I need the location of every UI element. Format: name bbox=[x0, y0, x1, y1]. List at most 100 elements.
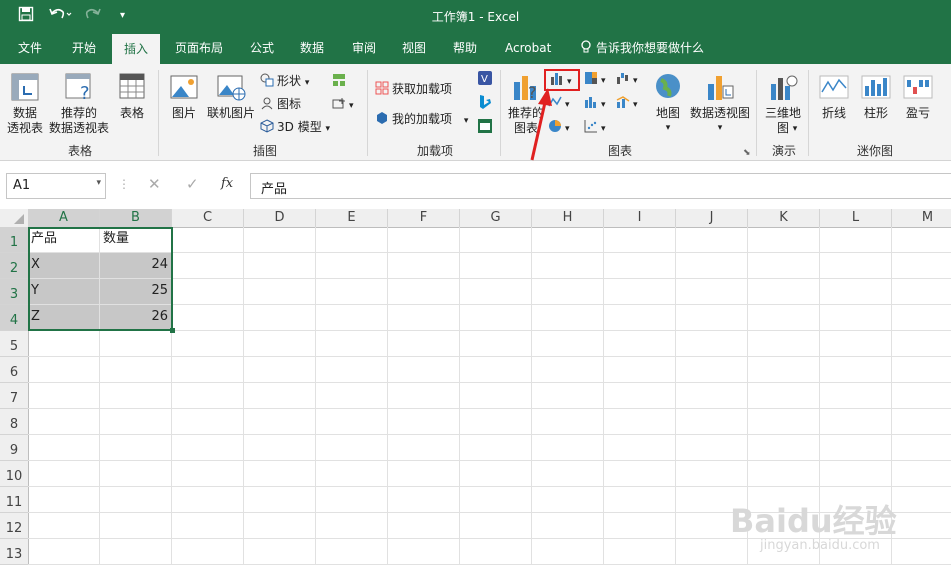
cell-b3[interactable]: 25 bbox=[100, 279, 172, 305]
tab-help[interactable]: 帮助 bbox=[447, 32, 483, 64]
cell-d10[interactable] bbox=[244, 461, 316, 487]
cell-i6[interactable] bbox=[604, 357, 676, 383]
cell-h9[interactable] bbox=[532, 435, 604, 461]
cell-j8[interactable] bbox=[676, 409, 748, 435]
cell-d12[interactable] bbox=[244, 513, 316, 539]
cell-h5[interactable] bbox=[532, 331, 604, 357]
cell-m10[interactable] bbox=[892, 461, 951, 487]
cell-c11[interactable] bbox=[172, 487, 244, 513]
cell-k2[interactable] bbox=[748, 253, 820, 279]
cell-b8[interactable] bbox=[100, 409, 172, 435]
cell-m2[interactable] bbox=[892, 253, 951, 279]
cell-l1[interactable] bbox=[820, 227, 892, 253]
cell-i3[interactable] bbox=[604, 279, 676, 305]
cell-a11[interactable] bbox=[28, 487, 100, 513]
cell-a2[interactable]: X bbox=[28, 253, 100, 279]
cell-g2[interactable] bbox=[460, 253, 532, 279]
cell-m13[interactable] bbox=[892, 539, 951, 565]
insert-function-icon[interactable]: fx bbox=[221, 176, 233, 191]
cell-m3[interactable] bbox=[892, 279, 951, 305]
cell-d7[interactable] bbox=[244, 383, 316, 409]
cell-e11[interactable] bbox=[316, 487, 388, 513]
smartart-button[interactable] bbox=[332, 72, 349, 90]
cell-a4[interactable]: Z bbox=[28, 305, 100, 331]
3d-models-button[interactable]: 3D 模型 ▾ bbox=[260, 118, 330, 138]
cell-f6[interactable] bbox=[388, 357, 460, 383]
row-header-1[interactable]: 1 bbox=[0, 227, 30, 253]
people-graph-icon[interactable] bbox=[477, 118, 493, 139]
formula-input[interactable]: 产品 bbox=[250, 173, 951, 199]
enter-icon[interactable]: ✓ bbox=[186, 175, 199, 193]
row-header-7[interactable]: 7 bbox=[0, 383, 29, 409]
cell-h3[interactable] bbox=[532, 279, 604, 305]
hierarchy-chart-button[interactable]: ▾ bbox=[584, 70, 606, 90]
cell-a6[interactable] bbox=[28, 357, 100, 383]
tab-file[interactable]: 文件 bbox=[12, 32, 48, 64]
cell-c10[interactable] bbox=[172, 461, 244, 487]
cell-f4[interactable] bbox=[388, 305, 460, 331]
get-addins-button[interactable]: 获取加载项 bbox=[375, 80, 452, 98]
cell-k9[interactable] bbox=[748, 435, 820, 461]
row-header-4[interactable]: 4 bbox=[0, 305, 30, 331]
cell-b11[interactable] bbox=[100, 487, 172, 513]
pivot-chart-button[interactable]: 数据透视图 ▾ bbox=[688, 72, 752, 136]
bing-icon[interactable] bbox=[477, 94, 493, 115]
cell-d4[interactable] bbox=[244, 305, 316, 331]
cell-k3[interactable] bbox=[748, 279, 820, 305]
cell-h4[interactable] bbox=[532, 305, 604, 331]
cell-c8[interactable] bbox=[172, 409, 244, 435]
cell-j7[interactable] bbox=[676, 383, 748, 409]
cell-g11[interactable] bbox=[460, 487, 532, 513]
cell-c4[interactable] bbox=[172, 305, 244, 331]
column-header-i[interactable]: I bbox=[604, 209, 676, 228]
column-header-f[interactable]: F bbox=[388, 209, 460, 228]
waterfall-chart-button[interactable]: ▾ bbox=[616, 70, 638, 90]
cell-b6[interactable] bbox=[100, 357, 172, 383]
cell-e2[interactable] bbox=[316, 253, 388, 279]
cell-k4[interactable] bbox=[748, 305, 820, 331]
screenshot-button[interactable]: ▾ bbox=[332, 95, 354, 115]
column-header-e[interactable]: E bbox=[316, 209, 388, 228]
cell-h7[interactable] bbox=[532, 383, 604, 409]
cell-b1[interactable]: 数量 bbox=[100, 227, 172, 253]
cell-c5[interactable] bbox=[172, 331, 244, 357]
cell-j9[interactable] bbox=[676, 435, 748, 461]
cell-c3[interactable] bbox=[172, 279, 244, 305]
tab-formulas[interactable]: 公式 bbox=[244, 32, 280, 64]
cell-e8[interactable] bbox=[316, 409, 388, 435]
cell-f13[interactable] bbox=[388, 539, 460, 565]
cell-h12[interactable] bbox=[532, 513, 604, 539]
cell-b4[interactable]: 26 bbox=[100, 305, 172, 331]
cell-l9[interactable] bbox=[820, 435, 892, 461]
cell-j4[interactable] bbox=[676, 305, 748, 331]
cell-m1[interactable] bbox=[892, 227, 951, 253]
cell-a8[interactable] bbox=[28, 409, 100, 435]
cell-d11[interactable] bbox=[244, 487, 316, 513]
cell-j1[interactable] bbox=[676, 227, 748, 253]
row-header-5[interactable]: 5 bbox=[0, 331, 29, 357]
cell-c2[interactable] bbox=[172, 253, 244, 279]
cell-m12[interactable] bbox=[892, 513, 951, 539]
cell-h13[interactable] bbox=[532, 539, 604, 565]
cell-m8[interactable] bbox=[892, 409, 951, 435]
scatter-chart-button[interactable]: ▾ bbox=[584, 118, 606, 138]
cell-g9[interactable] bbox=[460, 435, 532, 461]
cell-d1[interactable] bbox=[244, 227, 316, 253]
cell-m4[interactable] bbox=[892, 305, 951, 331]
cell-h2[interactable] bbox=[532, 253, 604, 279]
cell-i8[interactable] bbox=[604, 409, 676, 435]
column-header-j[interactable]: J bbox=[676, 209, 748, 228]
cell-i12[interactable] bbox=[604, 513, 676, 539]
cell-j5[interactable] bbox=[676, 331, 748, 357]
cell-i1[interactable] bbox=[604, 227, 676, 253]
cell-k10[interactable] bbox=[748, 461, 820, 487]
cell-l5[interactable] bbox=[820, 331, 892, 357]
tab-view[interactable]: 视图 bbox=[396, 32, 432, 64]
visio-icon[interactable]: V bbox=[477, 70, 493, 91]
statistic-chart-button[interactable]: ▾ bbox=[584, 94, 606, 114]
cell-e7[interactable] bbox=[316, 383, 388, 409]
cell-j13[interactable] bbox=[676, 539, 748, 565]
row-header-13[interactable]: 13 bbox=[0, 539, 29, 565]
cell-b2[interactable]: 24 bbox=[100, 253, 172, 279]
cell-k5[interactable] bbox=[748, 331, 820, 357]
